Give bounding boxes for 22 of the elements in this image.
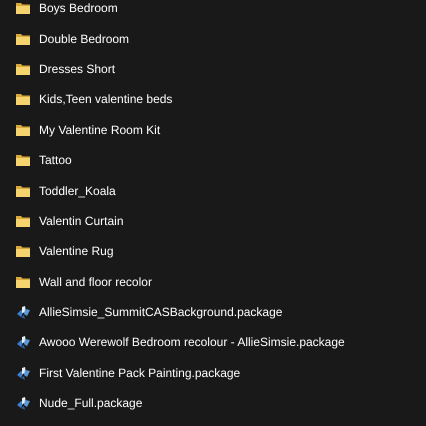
file-name[interactable]: First Valentine Pack Painting.package: [39, 364, 240, 382]
folder-name[interactable]: Double Bedroom: [39, 30, 130, 48]
folder-icon: [15, 243, 31, 260]
folder-name[interactable]: My Valentine Room Kit: [39, 120, 160, 139]
file-name[interactable]: Awooo Werewolf Bedroom recolour - AllieSimsie.package: [39, 333, 345, 352]
folder-name[interactable]: Wall and floor recolor: [39, 272, 152, 291]
file-name[interactable]: AllieSimsie_SummitCASBackground.package: [39, 303, 282, 322]
folder-name[interactable]: Toddler_Koala: [39, 182, 116, 200]
folder-name[interactable]: Dresses Short: [39, 60, 116, 78]
folder-name[interactable]: Tattoo: [39, 151, 72, 170]
file-name[interactable]: Nude_Full.package: [39, 394, 142, 412]
folder-icon: [15, 0, 31, 16]
file-icon: [15, 395, 31, 412]
file-icon: [15, 364, 31, 381]
folder-name[interactable]: Valentine Rug: [39, 242, 114, 260]
file-icon: [15, 334, 31, 350]
folder-icon: [15, 91, 31, 108]
file-icon: [15, 304, 31, 320]
folder-name[interactable]: Boys Bedroom: [39, 0, 118, 18]
folder-name[interactable]: Valentin Curtain: [39, 212, 124, 230]
folder-name[interactable]: Kids,Teen valentine beds: [39, 90, 172, 108]
folder-icon: [15, 152, 31, 168]
